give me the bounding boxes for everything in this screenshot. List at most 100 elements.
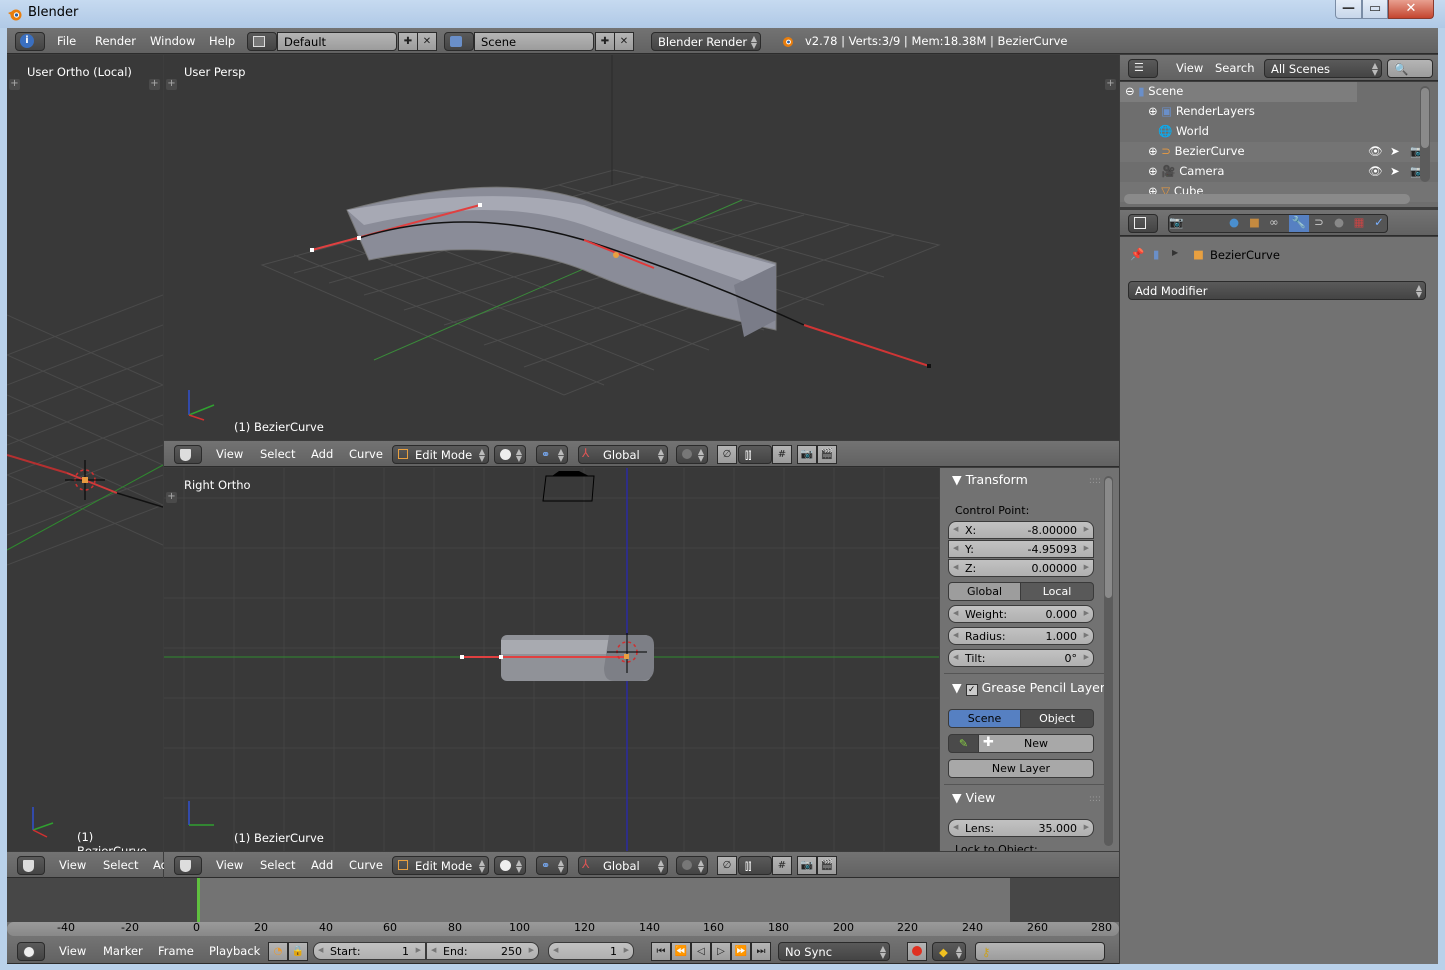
layer-dropdown[interactable]: ▲ ▼	[676, 856, 708, 875]
scene-field[interactable]: Scene	[474, 32, 594, 51]
expand-toolbar-button[interactable]: +	[166, 79, 177, 90]
editor-type-info[interactable]: i	[15, 32, 45, 51]
menu-add[interactable]: Add	[311, 447, 333, 461]
current-frame-field[interactable]: ◀ 1 ▶	[548, 942, 634, 960]
grease-pencil-checkbox[interactable]: ✓	[965, 684, 978, 696]
snap-element-dropdown[interactable]: ⫿⫿	[738, 856, 772, 875]
shelf-scrollbar[interactable]	[1104, 476, 1113, 846]
remove-scene-button[interactable]: ✕	[614, 32, 634, 51]
drag-handle[interactable]: ::::	[1089, 476, 1101, 486]
remove-screen-button[interactable]: ✕	[417, 32, 437, 51]
control-point-z-field[interactable]: ◀ Z: 0.00000 ▶	[948, 559, 1094, 577]
auto-keying-toggle[interactable]	[907, 942, 927, 961]
tab-object-icon[interactable]: ■	[1249, 215, 1269, 232]
selectable-cursor-icon[interactable]: ➤	[1390, 144, 1400, 158]
control-point-x-field[interactable]: ◀ X: -8.00000 ▶	[948, 521, 1094, 539]
jump-keyframe-forward-button[interactable]: ⏩	[731, 942, 751, 961]
minimize-button[interactable]: —	[1335, 0, 1362, 19]
mode-dropdown[interactable]: Edit Mode ▲ ▼	[392, 856, 489, 875]
close-button[interactable]: ✕	[1388, 0, 1434, 19]
tab-render-icon[interactable]: 📷	[1169, 215, 1189, 232]
render-still-button[interactable]: 📷	[797, 445, 817, 464]
gp-new-layer-button[interactable]: New Layer	[948, 759, 1094, 778]
expand-icon[interactable]: ⊕	[1148, 164, 1158, 178]
menu-playback[interactable]: Playback	[209, 944, 260, 958]
mode-dropdown[interactable]: Edit Mode ▲ ▼	[392, 445, 489, 464]
viewport-right-ortho[interactable]: Right Ortho + (1) BezierCurve	[164, 468, 939, 851]
radius-field[interactable]: ◀ Radius: 1.000 ▶	[948, 627, 1094, 645]
render-animation-button[interactable]: 🎬	[817, 445, 837, 464]
editor-type-properties[interactable]	[1128, 214, 1158, 233]
preview-range-toggle[interactable]: ◔	[268, 942, 288, 961]
editor-type-3dview[interactable]	[174, 856, 202, 875]
menu-file[interactable]: File	[57, 34, 76, 48]
display-mode-dropdown[interactable]: All Scenes ▲ ▼	[1264, 59, 1382, 78]
pin-icon[interactable]: 📌	[1130, 247, 1144, 261]
shading-dropdown[interactable]: ▲ ▼	[494, 856, 526, 875]
render-still-button[interactable]: 📷	[797, 856, 817, 875]
render-engine-dropdown[interactable]: Blender Render ▲ ▼	[651, 32, 761, 51]
outliner-item-beziercurve[interactable]: ⊕ ⊃ BezierCurve	[1148, 144, 1245, 158]
gp-source-object-toggle[interactable]: Object	[1020, 709, 1094, 728]
expand-icon[interactable]: ⊕	[1148, 104, 1158, 118]
tab-scene-icon[interactable]	[1209, 215, 1229, 232]
play-button[interactable]: ▷	[711, 942, 731, 961]
viewport-user-persp[interactable]: User Persp + + (1) BezierCurve	[164, 55, 1119, 440]
collapse-icon[interactable]: ⊖	[1125, 84, 1135, 98]
outliner-item-renderlayers[interactable]: ⊕ ▣ RenderLayers	[1148, 104, 1255, 118]
transform-panel-header[interactable]: ▼ Transform	[952, 472, 1028, 487]
timeline-scrollbar[interactable]	[7, 922, 1119, 936]
menu-window[interactable]: Window	[150, 34, 195, 48]
tab-data-curve-icon[interactable]: ⊃	[1309, 215, 1329, 232]
timeline-area[interactable]: -40 -20 0 20 40 60 80 100 120 140 160 18…	[7, 878, 1119, 938]
lens-field[interactable]: ◀ Lens: 35.000 ▶	[948, 819, 1094, 837]
tab-modifiers-icon[interactable]: 🔧	[1289, 215, 1309, 232]
snap-element-dropdown[interactable]: ⫿⫿	[738, 445, 772, 464]
snap-toggle[interactable]: ∅	[717, 445, 737, 464]
menu-curve[interactable]: Curve	[349, 447, 383, 461]
current-frame-indicator[interactable]	[197, 878, 200, 922]
menu-marker[interactable]: Marker	[103, 944, 143, 958]
grease-pencil-panel-header[interactable]: ▼ ✓ Grease Pencil Layers	[952, 680, 1112, 696]
start-frame-field[interactable]: ◀ Start: 1 ▶	[313, 942, 426, 960]
menu-view[interactable]: View	[1176, 61, 1203, 75]
orientation-dropdown[interactable]: ⅄ Global ▲ ▼	[578, 445, 668, 464]
menu-view[interactable]: View	[59, 858, 86, 872]
jump-start-button[interactable]: ⏮	[651, 942, 671, 961]
control-point-y-field[interactable]: ◀ Y: -4.95093 ▶	[948, 540, 1094, 558]
expand-icon[interactable]: ⊕	[1148, 144, 1158, 158]
add-scene-button[interactable]: ✚	[595, 32, 615, 51]
outliner-search-field[interactable]: 🔍	[1387, 59, 1433, 78]
tab-constraints-icon[interactable]: ∞	[1269, 215, 1289, 232]
add-screen-button[interactable]: ✚	[398, 32, 418, 51]
pivot-dropdown[interactable]: ⚭ ▲ ▼	[536, 445, 568, 464]
visibility-eye-icon[interactable]: 👁	[1368, 164, 1383, 178]
snap-toggle[interactable]: ∅	[717, 856, 737, 875]
editor-type-timeline[interactable]	[17, 942, 45, 961]
menu-frame[interactable]: Frame	[158, 944, 194, 958]
selectable-cursor-icon[interactable]: ➤	[1390, 164, 1400, 178]
sync-dropdown[interactable]: No Sync ▲ ▼	[778, 942, 890, 961]
outliner-scrollbar[interactable]	[1420, 86, 1430, 182]
outliner-item-world[interactable]: 🌐 World	[1158, 124, 1209, 138]
menu-view[interactable]: View	[216, 858, 243, 872]
tilt-field[interactable]: ◀ Tilt: 0° ▶	[948, 649, 1094, 667]
outliner-item-scene[interactable]: ⊖ ▮ Scene	[1125, 84, 1183, 98]
menu-select[interactable]: Select	[260, 447, 295, 461]
editor-type-3dview[interactable]	[174, 445, 202, 464]
end-frame-field[interactable]: ◀ End: 250 ▶	[426, 942, 539, 960]
outliner-item-camera[interactable]: ⊕ 🎥 Camera	[1148, 164, 1224, 178]
screen-layout-icon[interactable]	[247, 32, 277, 51]
tab-physics-icon[interactable]: ✓	[1369, 215, 1389, 232]
menu-view[interactable]: View	[216, 447, 243, 461]
visibility-eye-icon[interactable]: 👁	[1368, 144, 1383, 158]
keying-mode-dropdown[interactable]: ◆ ▲ ▼	[932, 942, 966, 961]
lock-range-toggle[interactable]: 🔒	[288, 942, 308, 961]
maximize-button[interactable]: ▭	[1362, 0, 1388, 19]
jump-keyframe-back-button[interactable]: ⏪	[671, 942, 691, 961]
editor-type-outliner[interactable]: ☰	[1128, 59, 1158, 78]
layer-dropdown[interactable]: ▲ ▼	[676, 445, 708, 464]
keying-set-field[interactable]: ⚷	[975, 942, 1105, 961]
expand-properties-button[interactable]: +	[149, 79, 160, 90]
jump-end-button[interactable]: ⏭	[751, 942, 771, 961]
